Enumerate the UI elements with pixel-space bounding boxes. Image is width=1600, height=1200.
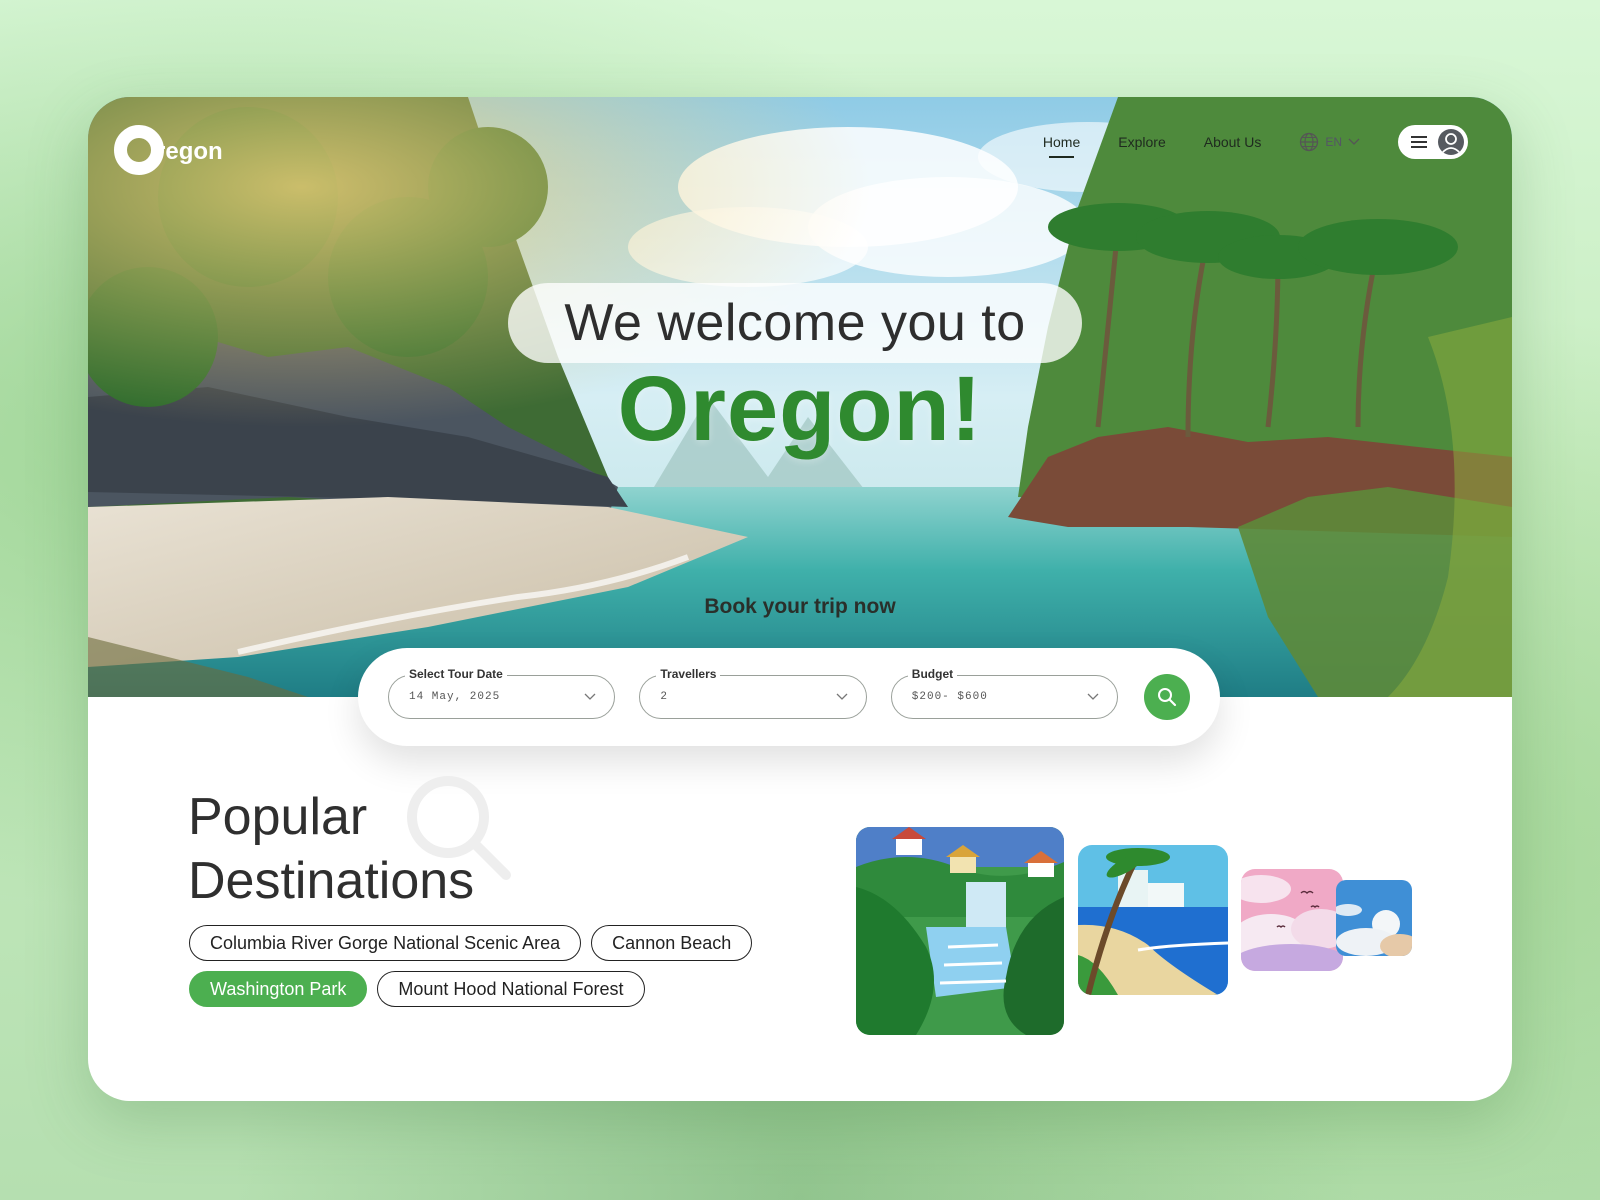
tour-date-select[interactable]: Select Tour Date 14 May, 2025 (388, 667, 616, 719)
popular-title-line2: Destinations (188, 852, 475, 910)
tag-mount-hood[interactable]: Mount Hood National Forest (377, 971, 645, 1007)
logo-text: regon (156, 138, 223, 165)
chevron-down-icon (836, 693, 848, 700)
tour-date-label: Select Tour Date (405, 667, 507, 681)
travellers-value: 2 (660, 691, 668, 703)
search-icon (1158, 688, 1177, 707)
popular-title-line1: Popular (188, 788, 368, 846)
language-selector[interactable]: EN (1299, 132, 1360, 152)
book-trip-heading: Book your trip now (704, 595, 896, 618)
nav-home[interactable]: Home (1043, 134, 1080, 158)
hero-section: regon Home Explore About Us EN We welcom… (88, 97, 1512, 697)
destination-thumbnail-clouds[interactable] (1336, 880, 1412, 956)
logo[interactable]: regon (114, 125, 223, 175)
budget-value: $200- $600 (911, 691, 988, 703)
tag-washington-park[interactable]: Washington Park (189, 971, 368, 1007)
welcome-line: We welcome you to (564, 294, 1026, 352)
tag-cannon-beach[interactable]: Cannon Beach (591, 925, 753, 961)
budget-label: Budget (907, 667, 958, 681)
nav-explore[interactable]: Explore (1118, 134, 1165, 150)
chevron-down-icon (584, 693, 596, 700)
globe-icon (1300, 132, 1319, 152)
budget-select[interactable]: Budget $200- $600 (890, 667, 1119, 719)
top-nav: Home Explore About Us EN (1043, 125, 1468, 159)
menu-icon (1411, 136, 1427, 148)
travellers-label: Travellers (656, 667, 721, 681)
destination-thumbnail-waterfall[interactable] (856, 827, 1064, 1035)
language-label: EN (1325, 135, 1342, 149)
destination-tags: Columbia River Gorge National Scenic Are… (189, 925, 829, 1007)
welcome-pill: We welcome you to (508, 283, 1082, 363)
destination-thumbnail-sky-birds[interactable] (1241, 869, 1343, 971)
destination-thumbnail-beach[interactable] (1078, 845, 1228, 995)
search-button[interactable] (1144, 674, 1191, 720)
hero-title: Oregon! (617, 358, 983, 460)
account-menu-button[interactable] (1398, 125, 1468, 159)
tag-columbia-river-gorge[interactable]: Columbia River Gorge National Scenic Are… (189, 925, 582, 961)
main-card: regon Home Explore About Us EN We welcom… (88, 97, 1512, 1101)
booking-search-bar: Select Tour Date 14 May, 2025 Travellers… (358, 648, 1220, 746)
popular-destinations-title: Popular Destinations (188, 785, 474, 913)
tour-date-value: 14 May, 2025 (409, 691, 501, 703)
nav-about-us[interactable]: About Us (1204, 134, 1262, 150)
user-icon (1438, 129, 1464, 155)
chevron-down-icon (1348, 138, 1360, 145)
chevron-down-icon (1087, 693, 1099, 700)
travellers-select[interactable]: Travellers 2 (639, 667, 867, 719)
